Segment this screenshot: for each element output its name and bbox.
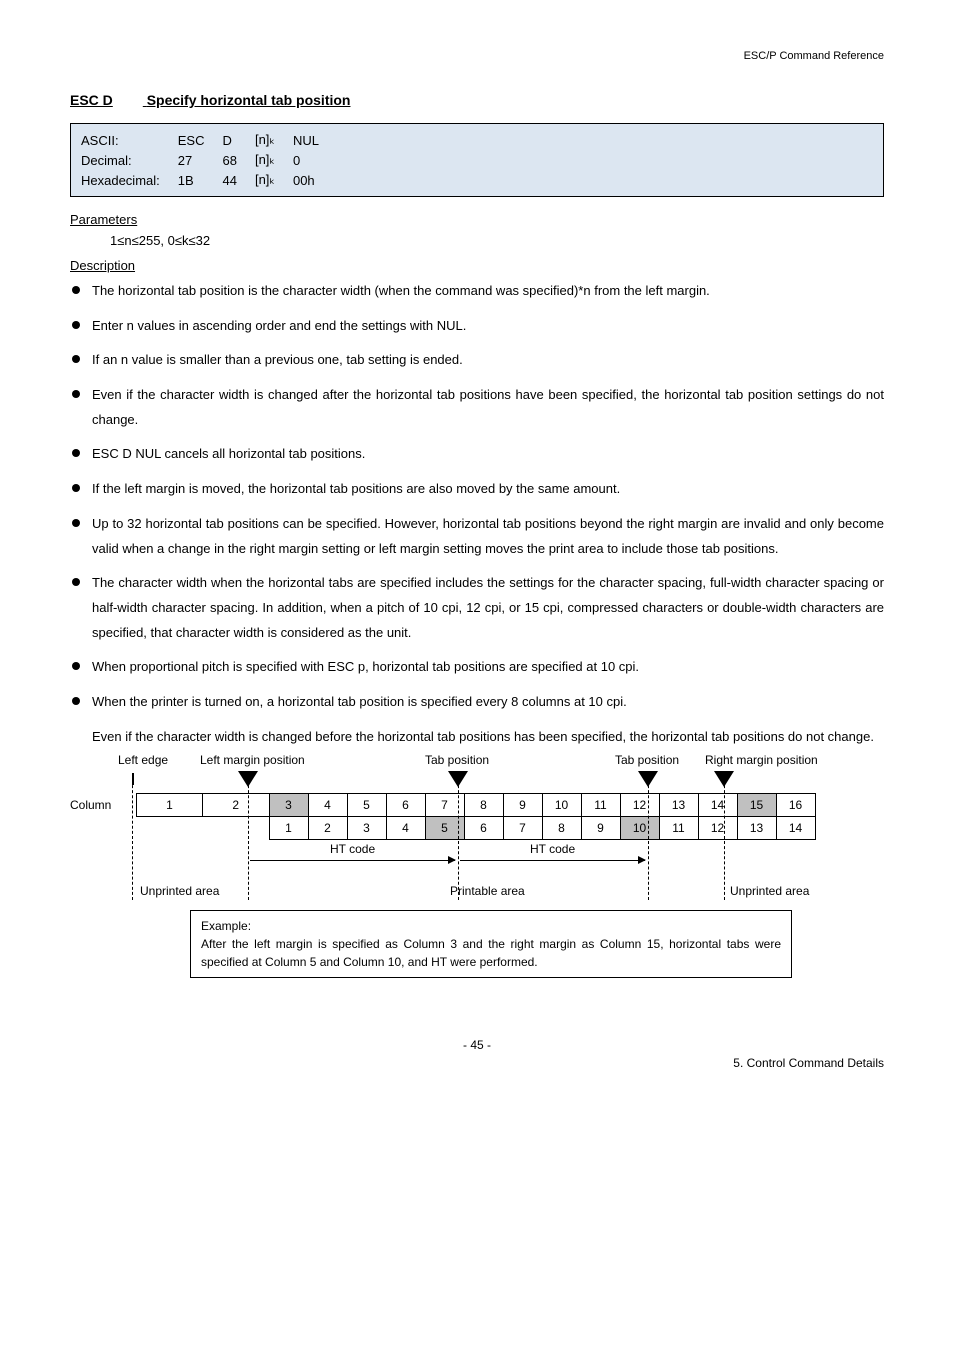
col-cell: 9: [581, 817, 620, 840]
col-cell: 4: [386, 817, 425, 840]
col-cell: 14: [776, 817, 815, 840]
code-cell: Hexadecimal:: [81, 170, 178, 190]
code-cell: 44: [223, 170, 255, 190]
page-number: - 45 -: [70, 1038, 884, 1052]
desc-item: When proportional pitch is specified wit…: [70, 655, 884, 680]
desc-item: Up to 32 horizontal tab positions can be…: [70, 512, 884, 561]
col-cell: 9: [503, 794, 542, 817]
example-box: Example: After the left margin is specif…: [190, 910, 792, 978]
code-cell: [n]ₖ: [255, 130, 293, 150]
col-cell: 12: [698, 817, 737, 840]
ht-label: HT code: [330, 842, 375, 858]
col-cell: 11: [581, 794, 620, 817]
code-cell: ASCII:: [81, 130, 178, 150]
desc-item: When the printer is turned on, a horizon…: [70, 690, 884, 715]
col-cell: 1: [269, 817, 308, 840]
desc-continuation: Even if the character width is changed b…: [70, 725, 884, 750]
lbl-right-margin: Right margin position: [705, 753, 818, 769]
col-cell: 12: [620, 794, 659, 817]
example-body: After the left margin is specified as Co…: [201, 937, 781, 969]
lbl-left-margin: Left margin position: [200, 753, 305, 769]
footer-chapter: 5. Control Command Details: [733, 1056, 884, 1070]
col-cell: 15: [737, 794, 776, 817]
col-cell: 7: [503, 817, 542, 840]
col-cell: 8: [464, 794, 503, 817]
col-cell: 10: [620, 817, 659, 840]
col-cell: 13: [737, 817, 776, 840]
col-cell: 10: [542, 794, 581, 817]
row-head-empty: [70, 817, 137, 840]
ht-arrow-icon: [460, 860, 645, 861]
code-cell: NUL: [293, 130, 337, 150]
col-cell: 1: [137, 794, 203, 817]
section-heading: Specify horizontal tab position: [147, 92, 351, 108]
desc-item: If an n value is smaller than a previous…: [70, 348, 884, 373]
desc-item: The character width when the horizontal …: [70, 571, 884, 645]
col-cell: 3: [269, 794, 308, 817]
footer: - 45 - 5. Control Command Details: [70, 1038, 884, 1052]
code-cell: Decimal:: [81, 150, 178, 170]
col-cell: 14: [698, 794, 737, 817]
col-cell: 2: [308, 817, 347, 840]
col-cell: 4: [308, 794, 347, 817]
code-cell: D: [223, 130, 255, 150]
column-table: Column 1 2 3 4 5 6 7 8 9 10 11 12 13 14 …: [70, 793, 816, 840]
col-cell: 3: [347, 817, 386, 840]
lbl-tab1: Tab position: [425, 753, 489, 769]
code-cell: [n]ₖ: [255, 170, 293, 190]
col-cell: 2: [203, 794, 270, 817]
printable-label: Printable area: [450, 884, 525, 900]
parameters-text: 1≤n≤255, 0≤k≤32: [70, 233, 884, 248]
ht-label: HT code: [530, 842, 575, 858]
row-head: Column: [70, 794, 137, 817]
code-cell: 00h: [293, 170, 337, 190]
desc-item: ESC D NUL cancels all horizontal tab pos…: [70, 442, 884, 467]
col-cell: 8: [542, 817, 581, 840]
description-heading: Description: [70, 258, 884, 273]
lbl-left-edge: Left edge: [118, 753, 168, 769]
ht-arrow-icon: [250, 860, 455, 861]
code-table: ASCII: ESC D [n]ₖ NUL Decimal: 27 68 [n]…: [70, 123, 884, 197]
desc-item: The horizontal tab position is the chara…: [70, 279, 884, 304]
col-cell: 5: [347, 794, 386, 817]
unprinted-label: Unprinted area: [730, 884, 809, 900]
description-list: The horizontal tab position is the chara…: [70, 279, 884, 715]
code-cell: 1B: [178, 170, 223, 190]
diagram: Left edge Left margin position Tab posit…: [70, 753, 884, 978]
code-cell: [n]ₖ: [255, 150, 293, 170]
col-cell: 11: [659, 817, 698, 840]
example-title: Example:: [201, 919, 251, 933]
code-cell: 0: [293, 150, 337, 170]
page-header-ref: ESC/P Command Reference: [70, 50, 884, 62]
section-label: ESC D: [70, 92, 113, 108]
col-cell: 6: [386, 794, 425, 817]
code-cell: 68: [223, 150, 255, 170]
col-cell: 16: [776, 794, 815, 817]
lbl-tab2: Tab position: [615, 753, 679, 769]
parameters-heading: Parameters: [70, 212, 884, 227]
unprinted-label: Unprinted area: [140, 884, 219, 900]
col-cell: 13: [659, 794, 698, 817]
col-cell: 6: [464, 817, 503, 840]
code-cell: 27: [178, 150, 223, 170]
section-title: ESC D Specify horizontal tab position: [70, 92, 884, 108]
desc-item: If the left margin is moved, the horizon…: [70, 477, 884, 502]
desc-item: Enter n values in ascending order and en…: [70, 314, 884, 339]
code-cell: ESC: [178, 130, 223, 150]
desc-item: Even if the character width is changed a…: [70, 383, 884, 432]
